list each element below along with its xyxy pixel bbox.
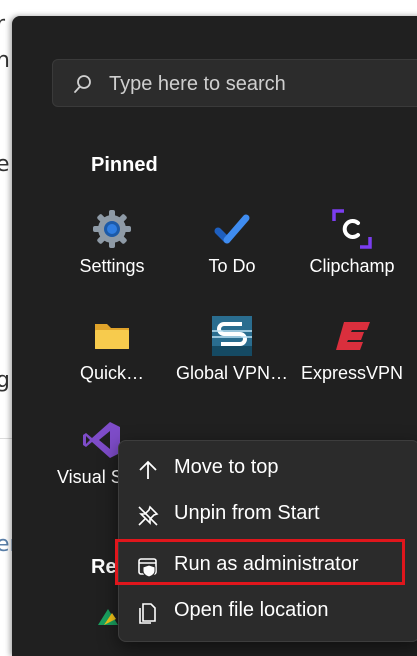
- expressvpn-icon: [336, 322, 370, 350]
- search-box[interactable]: [52, 59, 417, 108]
- pinned-app-quick[interactable]: Quick…: [52, 316, 172, 406]
- folder-icon: [95, 324, 129, 349]
- visual-studio-icon: [83, 422, 120, 458]
- context-menu: Move to top Unpin from Start Run as admi…: [115, 440, 417, 642]
- background-text: g: [0, 368, 10, 393]
- settings-gear-icon: [93, 210, 131, 248]
- recommended-file-icon: [98, 609, 118, 625]
- file-location-icon: [139, 603, 156, 624]
- context-item-unpin[interactable]: Unpin from Start: [119, 492, 417, 538]
- search-input[interactable]: [107, 60, 411, 108]
- context-item-label: Unpin from Start: [174, 502, 320, 524]
- pinned-app-todo[interactable]: To Do: [172, 209, 292, 299]
- pinned-app-expressvpn[interactable]: ExpressVPN: [292, 316, 412, 406]
- unpin-icon: [138, 505, 159, 526]
- search-icon: [74, 75, 91, 93]
- context-item-move-to-top[interactable]: Move to top: [119, 446, 417, 492]
- context-item-run-as-administrator[interactable]: Run as administrator: [115, 539, 417, 589]
- background-text: r: [0, 12, 6, 37]
- context-item-label: Move to top: [174, 456, 279, 478]
- app-label: Settings: [79, 256, 145, 276]
- global-vpn-icon: [212, 316, 252, 356]
- pinned-app-settings[interactable]: Settings: [52, 209, 172, 299]
- clipchamp-icon: [332, 209, 372, 249]
- pinned-app-clipchamp[interactable]: Clipchamp: [292, 209, 412, 299]
- shield-window-icon: [138, 558, 157, 578]
- context-item-label: Run as administrator: [174, 553, 359, 575]
- app-label: Clipchamp: [309, 256, 395, 276]
- pinned-app-global-vpn[interactable]: Global VPN…: [172, 316, 292, 406]
- app-label: Global VPN…: [175, 363, 289, 383]
- app-label: Quick…: [79, 363, 144, 383]
- background-text: e: [0, 152, 10, 177]
- todo-check-icon: [214, 214, 250, 244]
- background-text: n: [0, 48, 10, 73]
- pinned-heading: Pinned: [91, 154, 158, 176]
- app-label: ExpressVPN: [300, 363, 404, 383]
- context-item-label: Open file location: [174, 599, 329, 621]
- context-item-open-file-location[interactable]: Open file location: [119, 589, 417, 635]
- app-label: To Do: [208, 256, 256, 276]
- recommended-heading: Re: [91, 556, 117, 578]
- arrow-up-icon: [139, 460, 157, 479]
